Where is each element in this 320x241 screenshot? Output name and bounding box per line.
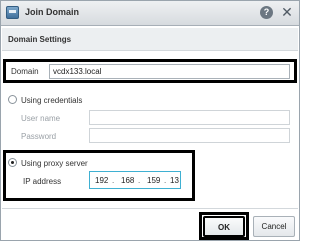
title-bar[interactable]: Join Domain ? ✕ xyxy=(1,1,299,26)
ip-segment-3[interactable]: 159 xyxy=(147,176,160,185)
window-title: Join Domain xyxy=(25,7,80,17)
ip-address-label: IP address xyxy=(23,177,62,186)
domain-label: Domain xyxy=(11,67,39,76)
password-label: Password xyxy=(21,132,57,141)
join-domain-dialog: Join Domain ? ✕ Domain Settings Domain v… xyxy=(0,0,300,241)
ip-separator: . xyxy=(138,176,141,185)
ip-segment-4[interactable]: 13 xyxy=(170,176,179,185)
ip-segment-2[interactable]: 168 xyxy=(121,176,134,185)
domain-window-icon xyxy=(6,6,19,19)
ip-address-input[interactable]: 192 . 168 . 159 . 13 xyxy=(89,171,181,189)
footer-divider xyxy=(2,208,298,209)
section-header: Domain Settings xyxy=(2,28,298,51)
help-icon[interactable]: ? xyxy=(260,6,273,19)
username-input[interactable] xyxy=(89,110,290,125)
username-label: User name xyxy=(21,114,61,123)
ip-segment-1[interactable]: 192 xyxy=(95,176,108,185)
proxy-radio[interactable] xyxy=(8,158,17,167)
ip-separator: . xyxy=(164,176,167,185)
domain-input[interactable]: vcdx133.local xyxy=(49,64,290,79)
password-input[interactable] xyxy=(89,128,290,143)
cancel-button[interactable]: Cancel xyxy=(253,216,295,237)
section-title: Domain Settings xyxy=(8,35,72,44)
ok-button[interactable]: OK xyxy=(203,216,245,237)
credentials-option-label: Using credentials xyxy=(21,96,83,105)
credentials-radio[interactable] xyxy=(8,95,17,104)
ip-separator: . xyxy=(112,176,115,185)
proxy-option-label: Using proxy server xyxy=(21,159,88,168)
close-icon[interactable]: ✕ xyxy=(279,4,295,20)
